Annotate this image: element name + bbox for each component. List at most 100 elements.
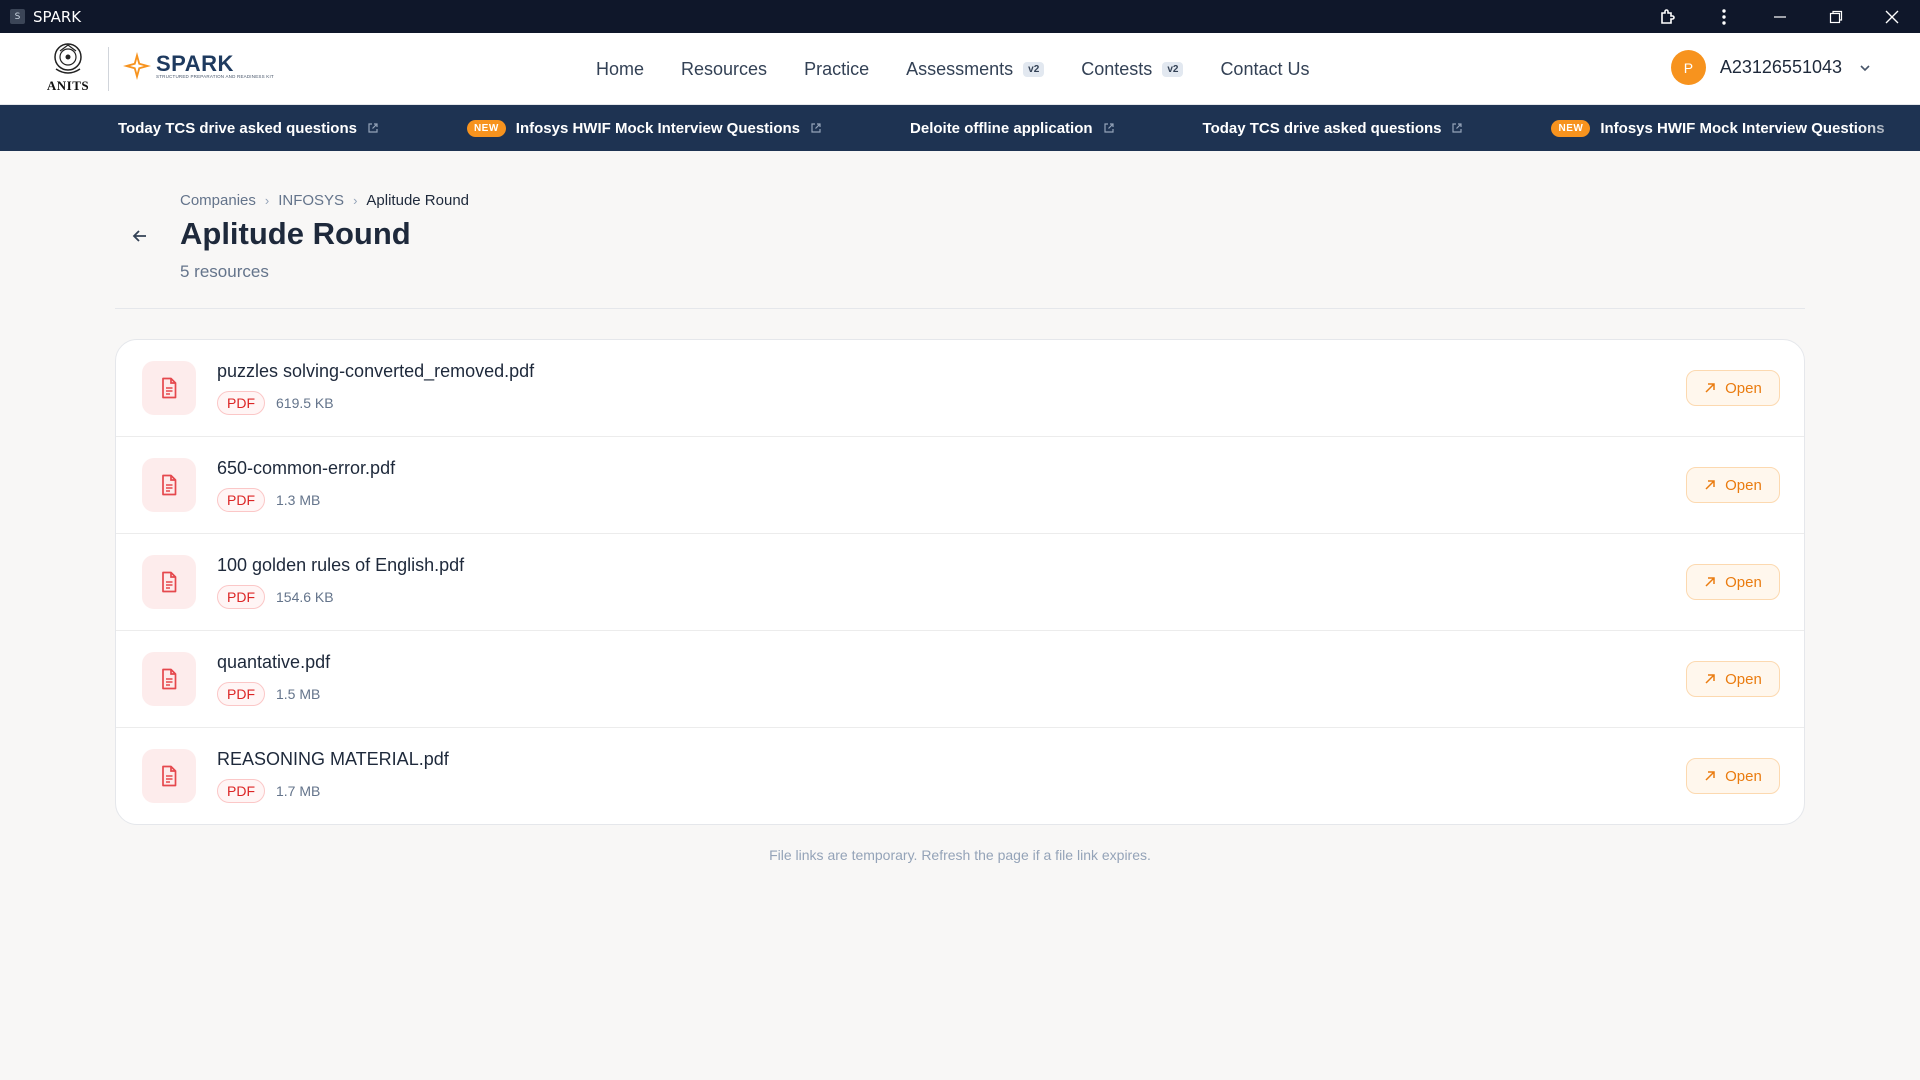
ticker-text: Deloite offline application xyxy=(910,119,1093,137)
nav-label: Resources xyxy=(681,58,768,79)
external-link-icon xyxy=(368,123,378,133)
nav-label: Contact Us xyxy=(1220,58,1310,79)
main-nav: Home Resources Practice Assessments v2 Co… xyxy=(596,33,1346,105)
file-type-badge: PDF xyxy=(217,488,265,512)
file-type-badge: PDF xyxy=(217,682,265,706)
spark-logo[interactable]: SPARK Structured Preparation and Readine… xyxy=(122,51,274,81)
nav-label: Practice xyxy=(804,58,870,79)
more-options-icon[interactable] xyxy=(1696,0,1752,33)
window-title: SPARK xyxy=(33,7,82,26)
pdf-file-icon xyxy=(142,652,196,706)
chevron-right-icon: › xyxy=(264,193,270,208)
brand-tagline: Structured Preparation and Readiness Kit xyxy=(156,73,274,79)
file-row: 100 golden rules of English.pdf PDF 154.… xyxy=(116,534,1804,631)
extensions-icon[interactable] xyxy=(1640,0,1696,33)
user-id: A23126551043 xyxy=(1719,57,1842,77)
nav-assessments[interactable]: Assessments v2 xyxy=(906,58,1045,80)
user-menu[interactable]: P A23126551043 xyxy=(1670,50,1872,85)
ticker-fade xyxy=(1860,105,1920,151)
file-size: 1.7 MB xyxy=(276,783,321,799)
pdf-file-icon xyxy=(142,555,196,609)
file-name: 650-common-error.pdf xyxy=(217,458,396,478)
file-row: quantative.pdf PDF 1.5 MB Open xyxy=(116,631,1804,728)
logo-divider xyxy=(108,47,109,91)
open-button[interactable]: Open xyxy=(1686,758,1780,794)
open-label: Open xyxy=(1725,379,1762,397)
ticker-item[interactable]: NEW Infosys HWIF Mock Interview Question… xyxy=(466,119,822,137)
file-type-badge: PDF xyxy=(217,585,265,609)
open-button[interactable]: Open xyxy=(1686,370,1780,406)
announcement-ticker: Today TCS drive asked questions NEW Info… xyxy=(0,105,1920,151)
file-row: puzzles solving-converted_removed.pdf PD… xyxy=(116,340,1804,437)
file-list: puzzles solving-converted_removed.pdf PD… xyxy=(115,339,1805,825)
ticker-text: Infosys HWIF Mock Interview Questions xyxy=(1600,119,1885,137)
new-badge: NEW xyxy=(466,119,506,137)
ticker-text: Today TCS drive asked questions xyxy=(1202,119,1442,137)
spark-star-icon xyxy=(123,52,151,80)
anits-seal-icon xyxy=(54,43,82,74)
chevron-down-icon xyxy=(1860,64,1870,71)
ticker-item[interactable]: Today TCS drive asked questions xyxy=(1203,120,1464,137)
version-badge: v2 xyxy=(1162,61,1184,77)
open-label: Open xyxy=(1725,573,1762,591)
file-name: 100 golden rules of English.pdf xyxy=(217,555,465,575)
breadcrumb-infosys[interactable]: INFOSYS xyxy=(278,192,344,209)
arrow-up-right-icon xyxy=(1705,771,1715,781)
file-size: 154.6 KB xyxy=(276,589,334,605)
file-size: 1.5 MB xyxy=(276,686,321,702)
anits-logo[interactable]: ANITS xyxy=(40,41,96,97)
open-label: Open xyxy=(1725,670,1762,688)
arrow-up-right-icon xyxy=(1705,674,1715,684)
external-link-icon xyxy=(1103,123,1114,133)
breadcrumb: Companies › INFOSYS › Aplitude Round xyxy=(180,192,469,209)
file-size: 1.3 MB xyxy=(276,492,321,508)
ticker-item[interactable]: NEW Infosys HWIF Mock Interview Question… xyxy=(1551,119,1885,137)
nav-practice[interactable]: Practice xyxy=(804,59,869,80)
close-icon[interactable] xyxy=(1864,0,1920,33)
minimize-icon[interactable] xyxy=(1752,0,1808,33)
ticker-item[interactable]: Deloite offline application xyxy=(910,120,1115,137)
brand-name: SPARK xyxy=(156,50,234,76)
pdf-file-icon xyxy=(142,749,196,803)
nav-label: Home xyxy=(596,58,645,79)
ticker-text: Infosys HWIF Mock Interview Questions xyxy=(515,119,801,137)
back-arrow-icon[interactable] xyxy=(130,226,150,246)
open-button[interactable]: Open xyxy=(1686,467,1780,503)
window-titlebar: S SPARK xyxy=(0,0,1920,33)
resource-count: 5 resources xyxy=(180,262,269,281)
anits-logo-text: ANITS xyxy=(46,78,90,93)
chevron-right-icon: › xyxy=(353,193,358,208)
open-label: Open xyxy=(1725,476,1762,494)
external-link-icon xyxy=(1452,123,1463,133)
file-name: quantative.pdf xyxy=(217,652,331,672)
pdf-file-icon xyxy=(142,361,196,415)
avatar: P xyxy=(1670,50,1706,85)
file-type-badge: PDF xyxy=(217,779,265,803)
nav-contests[interactable]: Contests v2 xyxy=(1081,59,1184,80)
nav-contact-us[interactable]: Contact Us xyxy=(1220,59,1309,80)
breadcrumb-current: Aplitude Round xyxy=(366,192,469,209)
footnote: File links are temporary. Refresh the pa… xyxy=(769,847,1151,863)
arrow-up-right-icon xyxy=(1705,383,1715,393)
arrow-up-right-icon xyxy=(1705,577,1715,587)
file-name: puzzles solving-converted_removed.pdf xyxy=(217,361,535,381)
divider xyxy=(115,308,1805,309)
nav-home[interactable]: Home xyxy=(596,59,644,80)
open-button[interactable]: Open xyxy=(1686,661,1780,697)
page-title: Aplitude Round xyxy=(180,216,411,251)
ticker-text: Today TCS drive asked questions xyxy=(118,119,357,137)
file-row: REASONING MATERIAL.pdf PDF 1.7 MB Open xyxy=(116,728,1804,824)
site-header: ANITS SPARK Structured Preparation and R… xyxy=(0,33,1920,105)
ticker-item[interactable]: Today TCS drive asked questions xyxy=(118,120,379,137)
file-type-badge: PDF xyxy=(217,391,265,415)
nav-label: Assessments xyxy=(906,58,1014,79)
pdf-file-icon xyxy=(142,458,196,512)
open-button[interactable]: Open xyxy=(1686,564,1780,600)
restore-icon[interactable] xyxy=(1808,0,1864,33)
breadcrumb-companies[interactable]: Companies xyxy=(180,192,256,209)
app-icon: S xyxy=(10,9,25,24)
nav-resources[interactable]: Resources xyxy=(681,59,767,80)
file-row: 650-common-error.pdf PDF 1.3 MB Open xyxy=(116,437,1804,534)
file-size: 619.5 KB xyxy=(276,395,334,411)
file-name: REASONING MATERIAL.pdf xyxy=(217,749,449,769)
